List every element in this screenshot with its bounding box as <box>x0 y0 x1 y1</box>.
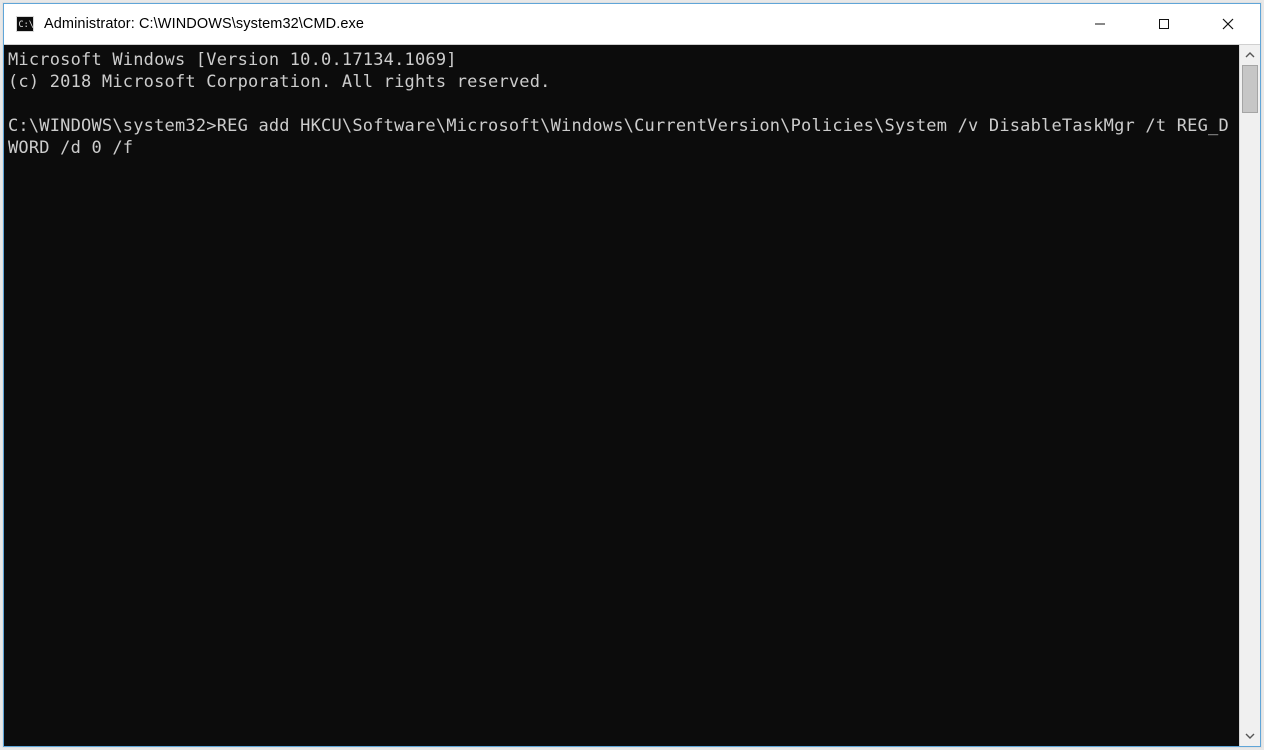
minimize-button[interactable] <box>1068 4 1132 44</box>
close-button[interactable] <box>1196 4 1260 44</box>
cmd-icon: C:\ <box>16 16 34 32</box>
maximize-button[interactable] <box>1132 4 1196 44</box>
banner-line-1: Microsoft Windows [Version 10.0.17134.10… <box>8 50 457 70</box>
vertical-scrollbar[interactable] <box>1239 45 1260 746</box>
scroll-thumb[interactable] <box>1242 65 1258 113</box>
console-output[interactable]: Microsoft Windows [Version 10.0.17134.10… <box>4 45 1239 746</box>
scroll-down-button[interactable] <box>1240 726 1260 746</box>
window-controls <box>1068 4 1260 44</box>
window-title: Administrator: C:\WINDOWS\system32\CMD.e… <box>44 16 364 32</box>
client-area: Microsoft Windows [Version 10.0.17134.10… <box>4 44 1260 746</box>
banner-line-2: (c) 2018 Microsoft Corporation. All righ… <box>8 72 551 92</box>
titlebar[interactable]: C:\ Administrator: C:\WINDOWS\system32\C… <box>4 4 1260 44</box>
scroll-up-button[interactable] <box>1240 45 1260 65</box>
cmd-window: C:\ Administrator: C:\WINDOWS\system32\C… <box>3 3 1261 747</box>
scroll-track[interactable] <box>1240 65 1260 726</box>
svg-text:C:\: C:\ <box>19 20 34 30</box>
prompt: C:\WINDOWS\system32> <box>8 116 217 136</box>
